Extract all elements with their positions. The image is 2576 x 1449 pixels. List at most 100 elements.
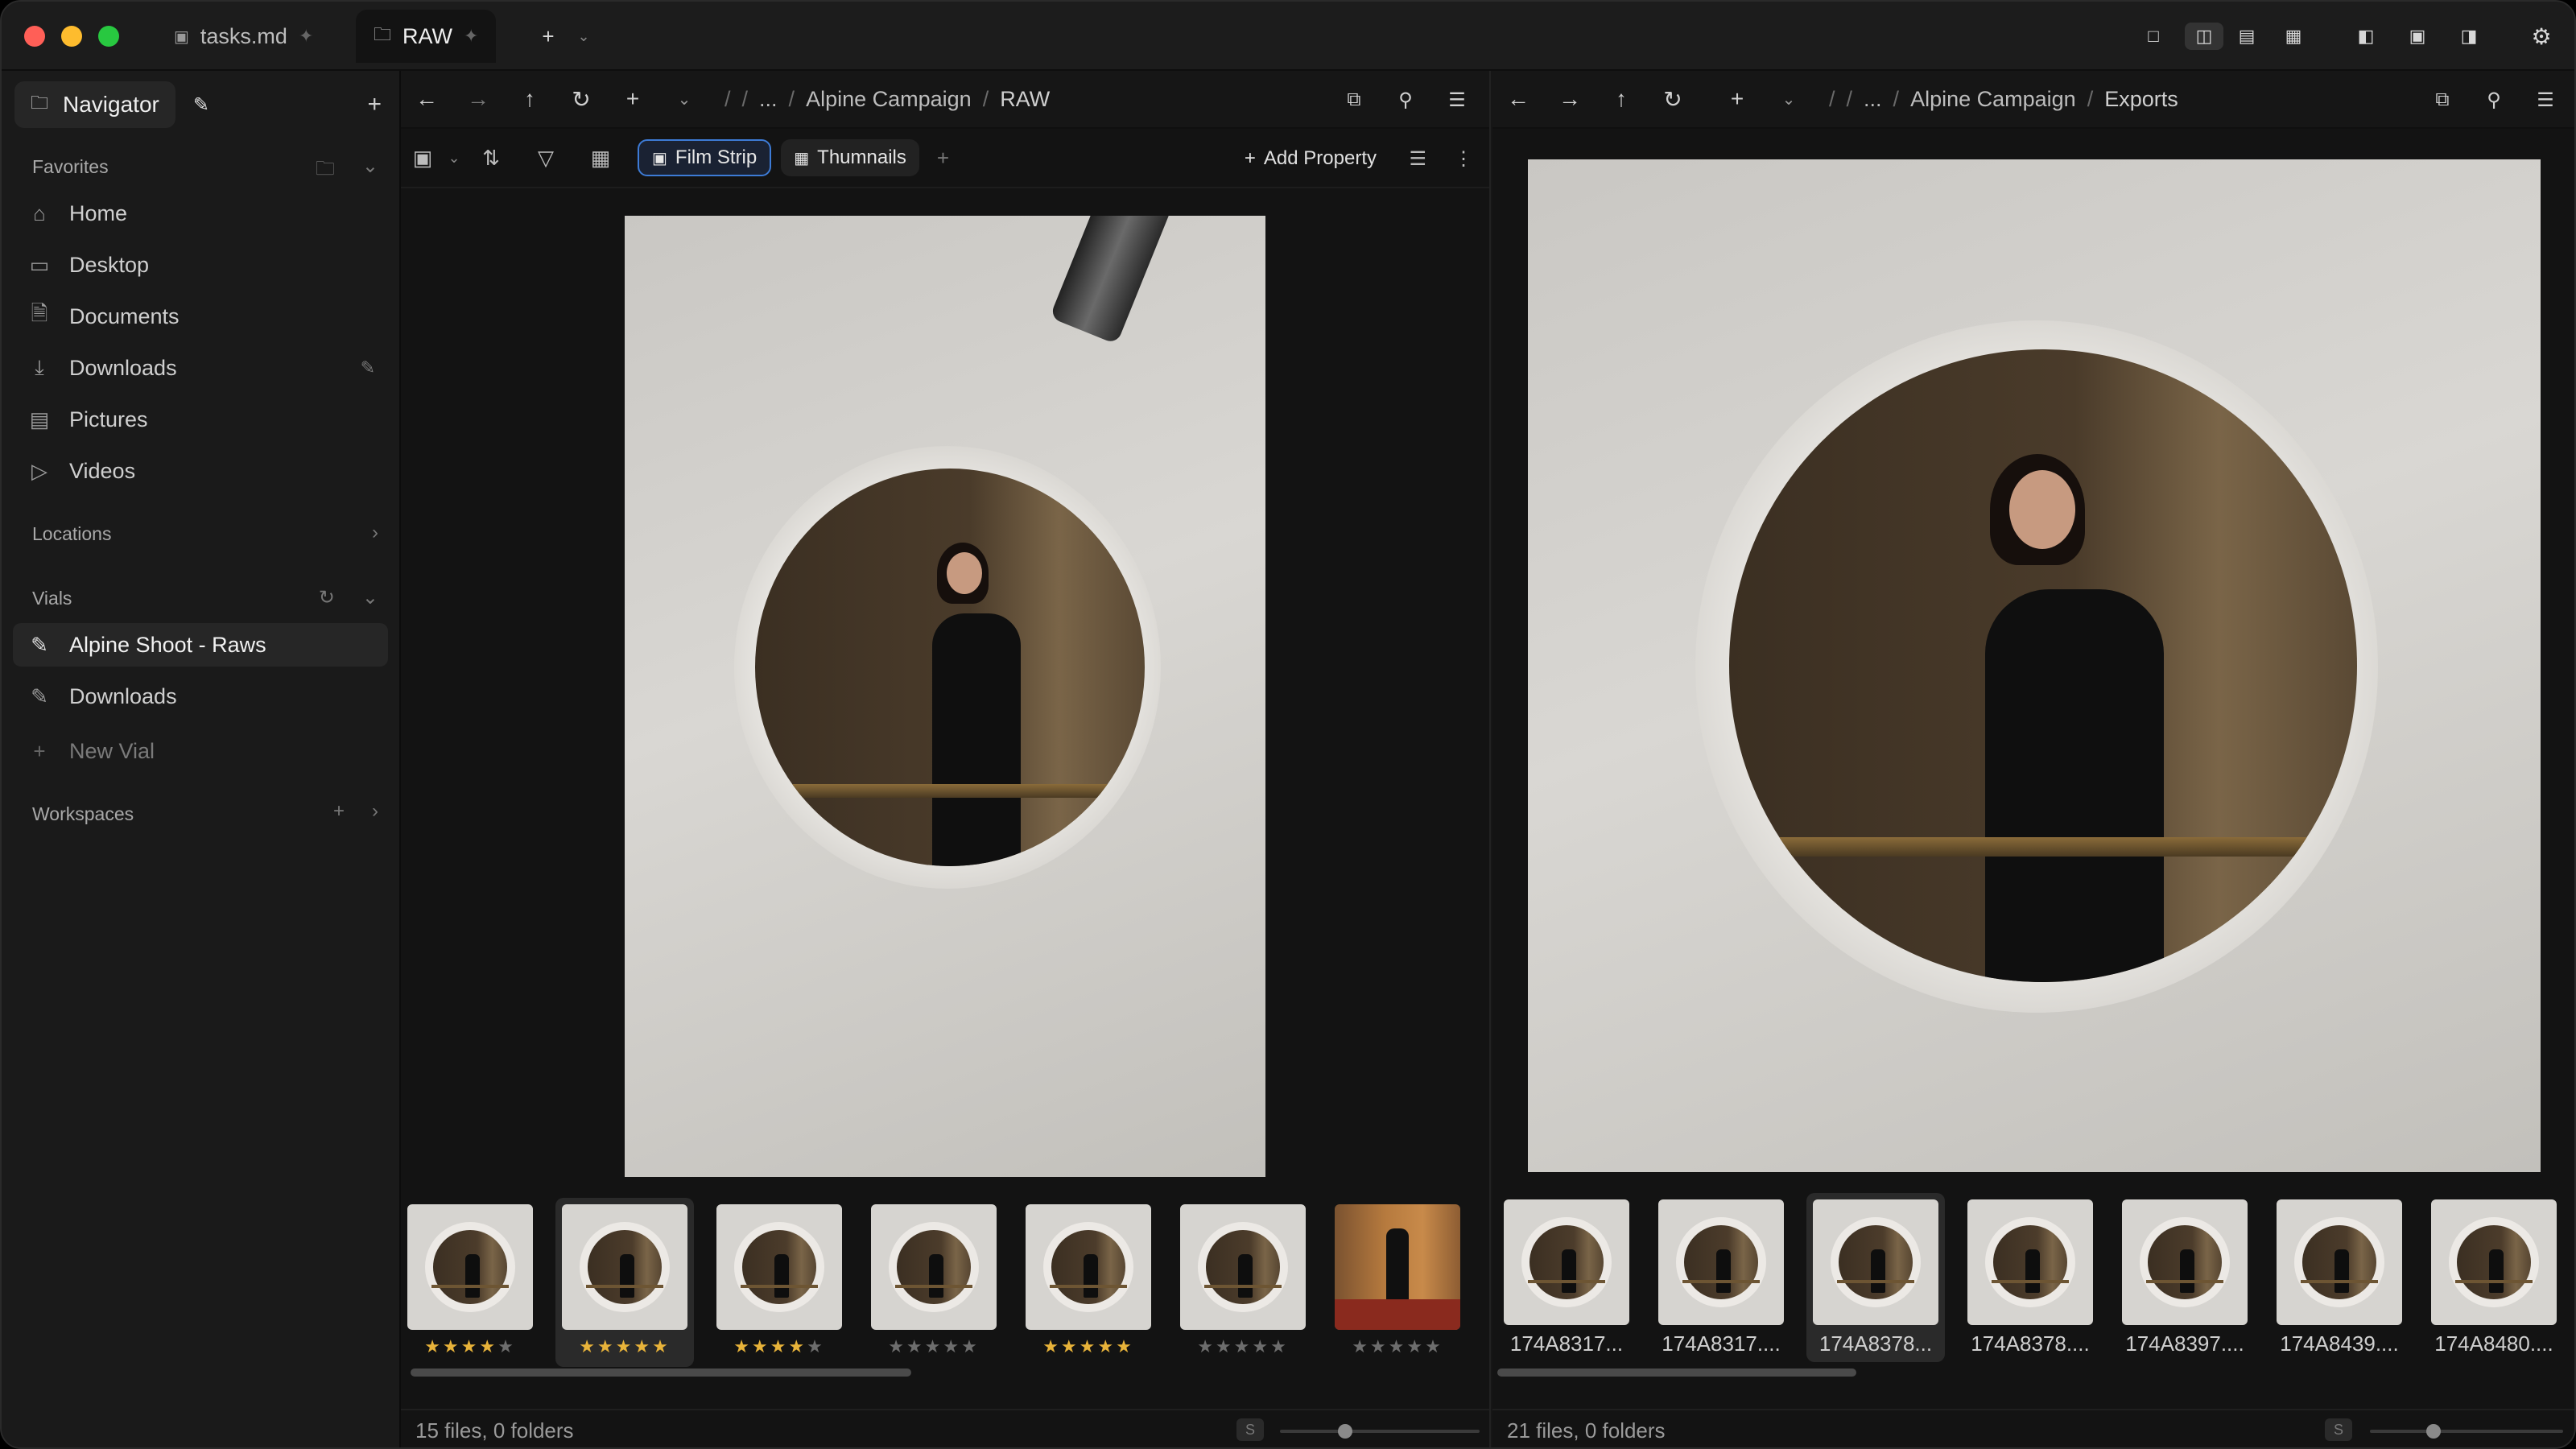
star-rating[interactable]: ★★★★★ [1019,1336,1158,1357]
zoom-slider-knob[interactable] [2426,1424,2441,1439]
size-badge[interactable]: S [1236,1418,1264,1441]
add-view-plus-icon[interactable]: + [937,146,949,171]
chevron-down-icon[interactable]: ⌄ [1763,89,1814,109]
copy-icon[interactable]: ⧉ [2417,89,2468,111]
view-chip-thumbnails[interactable]: ▦ Thumnails [781,139,919,176]
back-arrow-icon[interactable]: ← [1492,86,1544,112]
settings-gear-icon[interactable]: ⚙ [2528,23,2555,50]
filmstrip-scrollbar[interactable] [1497,1368,1856,1377]
new-vial-button[interactable]: + New Vial [13,729,388,773]
copy-icon[interactable]: ⧉ [1328,89,1380,111]
filmstrip-thumb-selected[interactable]: ★★★★★ [555,1198,694,1367]
filmstrip-thumb[interactable]: 174A8317... [1497,1193,1636,1362]
toggle-bottom-panel-icon[interactable]: ▣ [2404,23,2431,50]
raw-photo-preview[interactable] [625,216,1265,1177]
filmstrip-scrollbar[interactable] [411,1368,911,1377]
toggle-right-panel-icon[interactable]: ◨ [2455,23,2483,50]
filmstrip-thumb[interactable]: ★★★★★ [1019,1198,1158,1367]
filmstrip-thumb[interactable]: ★★★★★ [401,1198,539,1367]
vial-brush-icon[interactable]: ✎ [193,93,209,117]
sidebar-item-pictures[interactable]: ▤ Pictures [13,398,388,441]
vial-brush-icon[interactable]: ✎ [361,357,375,378]
plus-icon[interactable]: + [607,86,658,112]
search-icon[interactable]: ⚲ [1380,89,1431,112]
layout-grid-icon[interactable]: ▦ [2280,23,2307,50]
pin-icon[interactable]: ✦ [299,26,313,47]
chevron-down-icon[interactable]: ⌄ [362,586,378,609]
filmstrip-thumb[interactable]: ★★★★★ [1328,1198,1467,1367]
star-rating[interactable]: ★★★★★ [401,1336,539,1357]
zoom-slider-track[interactable] [2370,1430,2563,1433]
zoom-slider-knob[interactable] [1338,1424,1352,1439]
sort-icon[interactable]: ⇅ [464,146,518,171]
chevron-down-icon[interactable]: ⌄ [570,23,597,50]
sidebar-item-documents[interactable]: 🗎 Documents [13,295,388,338]
vial-item-alpine-shoot-raws[interactable]: ✎ Alpine Shoot - Raws [13,623,388,667]
star-rating[interactable]: ★★★★★ [865,1336,1003,1357]
add-plus-icon[interactable]: + [367,91,382,118]
filmstrip-thumb[interactable]: 174A8317.... [1652,1193,1790,1362]
breadcrumb-ellipsis[interactable]: ... [1864,87,1882,112]
star-rating[interactable]: ★★★★★ [710,1336,848,1357]
zoom-slider-track[interactable] [1280,1430,1480,1433]
layout-single-icon[interactable]: □ [2140,23,2167,50]
view-mode-icon[interactable]: ▣ [401,146,444,171]
sidebar-item-videos[interactable]: ▷ Videos [13,449,388,493]
chevron-down-icon[interactable]: ⌄ [444,150,464,167]
new-tab-plus-icon[interactable]: + [535,23,562,50]
up-arrow-icon[interactable]: ↑ [504,86,555,112]
refresh-icon[interactable]: ↻ [319,586,335,609]
vial-item-downloads[interactable]: ✎ Downloads [13,675,388,718]
search-icon[interactable]: ⚲ [2468,89,2520,112]
add-workspace-plus-icon[interactable]: + [333,800,345,823]
chevron-down-icon[interactable]: ⌄ [658,89,710,109]
refresh-icon[interactable]: ↻ [555,86,607,113]
star-rating[interactable]: ★★★★★ [555,1336,694,1357]
tab-tasks[interactable]: ▣ tasks.md ✦ [156,10,331,63]
filter-icon[interactable]: ▽ [518,146,573,171]
list-icon[interactable]: ☰ [1409,147,1426,171]
layout-rows-icon[interactable]: ▤ [2233,23,2260,50]
star-rating[interactable]: ★★★★★ [1328,1336,1467,1357]
breadcrumb-raw[interactable]: RAW [1000,87,1050,112]
filmstrip-thumb[interactable]: 174A8397.... [2116,1193,2254,1362]
adjust-sliders-icon[interactable]: ☰ [2520,89,2571,112]
sidebar-item-desktop[interactable]: ▭ Desktop [13,243,388,287]
breadcrumb-ellipsis[interactable]: ... [759,87,778,112]
filmstrip-thumb[interactable]: 174A8439.... [2270,1193,2409,1362]
filmstrip-thumb[interactable]: ★★★★★ [710,1198,848,1367]
view-chip-film-strip[interactable]: ▣ Film Strip [638,139,772,176]
layout-split-icon[interactable]: ◫ [2185,23,2223,50]
pin-icon[interactable]: ✦ [464,26,478,47]
locations-title[interactable]: Locations [32,523,111,545]
breadcrumb-alpine-campaign[interactable]: Alpine Campaign [806,87,972,112]
navigator-button[interactable]: 🗀 Navigator [14,81,175,128]
add-property-button[interactable]: + Add Property [1245,129,1377,188]
minimize-window-button[interactable] [61,26,82,47]
adjust-sliders-icon[interactable]: ☰ [1431,89,1483,112]
star-rating[interactable]: ★★★★★ [1174,1336,1312,1357]
breadcrumb-exports[interactable]: Exports [2104,87,2178,112]
chevron-down-icon[interactable]: ⌄ [362,155,378,188]
zoom-window-button[interactable] [98,26,119,47]
filmstrip-thumb[interactable]: ★★★★★ [865,1198,1003,1367]
more-options-icon[interactable]: ⋮ [1454,147,1473,171]
plus-icon[interactable]: + [1711,86,1763,112]
size-badge[interactable]: S [2325,1418,2352,1441]
sidebar-item-home[interactable]: ⌂ Home [13,192,388,235]
filmstrip-thumb[interactable]: 174A8378.... [1961,1193,2099,1362]
filmstrip-thumb[interactable]: 174A8480.... [2425,1193,2563,1362]
sidebar-item-downloads[interactable]: ⤓ Downloads ✎ [13,346,388,390]
filmstrip-thumb[interactable]: ★★★★★ [1174,1198,1312,1367]
back-arrow-icon[interactable]: ← [401,86,452,112]
tab-raw[interactable]: 🗀 RAW ✦ [356,10,497,63]
new-folder-icon[interactable]: 🗀 [316,155,335,188]
chevron-right-icon[interactable]: › [372,522,378,544]
forward-arrow-icon[interactable]: → [1544,86,1596,112]
toggle-left-panel-icon[interactable]: ◧ [2352,23,2380,50]
group-grid-icon[interactable]: ▦ [573,146,628,171]
chevron-right-icon[interactable]: › [372,800,378,823]
export-photo-preview[interactable] [1528,159,2541,1172]
close-window-button[interactable] [24,26,45,47]
refresh-icon[interactable]: ↻ [1647,86,1699,113]
